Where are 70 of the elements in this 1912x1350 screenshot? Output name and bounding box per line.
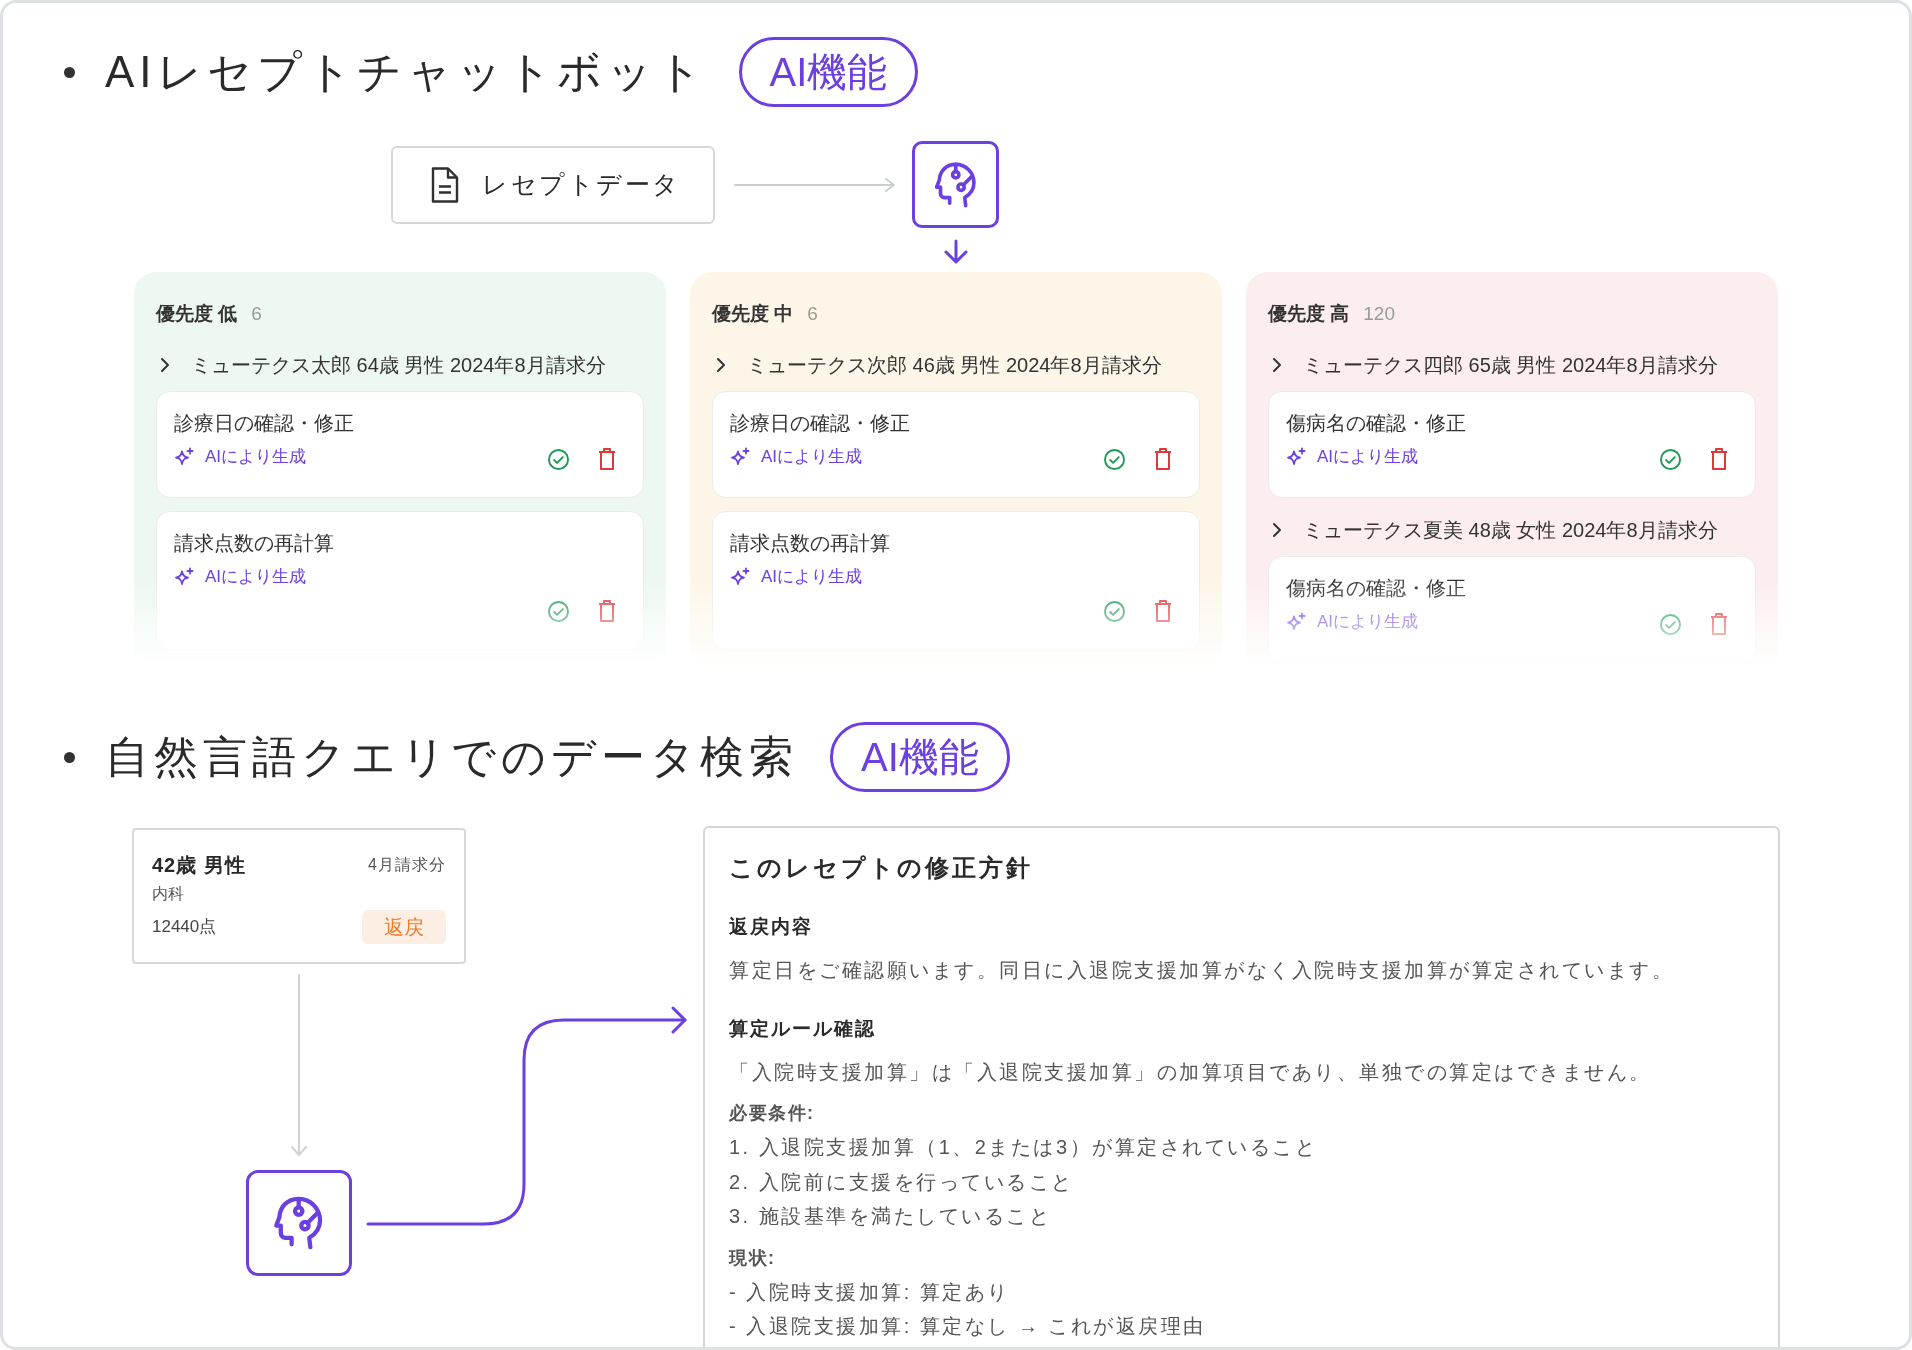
sparkle-icon <box>1286 612 1306 632</box>
sparkle-icon <box>174 447 194 467</box>
sparkle-icon <box>730 567 750 587</box>
list-item: 2. 入院前に支援を行っていること <box>729 1169 1075 1195</box>
column-title: 優先度 低 <box>156 302 238 326</box>
task-title: 診療日の確認・修正 <box>730 411 910 436</box>
check-circle-icon[interactable] <box>548 600 569 622</box>
section-title: 自然言語クエリでのデータ検索 <box>105 731 798 783</box>
bullet-icon <box>64 66 75 78</box>
sparkle-icon <box>1286 447 1306 467</box>
check-circle-icon[interactable] <box>1104 448 1125 470</box>
task-title: 傷病名の確認・修正 <box>1286 411 1466 436</box>
field-label: 現状: <box>729 1246 777 1270</box>
billing-period: 4月請求分 <box>368 855 446 875</box>
chevron-icon[interactable] <box>1272 357 1282 373</box>
paragraph: 算定日をご確認願います。同日に入退院支援加算がなく入院時支援加算が算定されています。 <box>729 958 1675 983</box>
task-title: 請求点数の再計算 <box>174 531 334 556</box>
task-title: 請求点数の再計算 <box>730 531 890 556</box>
node-label: レセプトデータ <box>482 168 681 200</box>
section-heading: 返戻内容 <box>729 915 814 939</box>
list-item: - 入退院支援加算: 算定なし → これが返戻理由 <box>729 1314 1207 1339</box>
column-count: 6 <box>251 302 262 326</box>
column-count: 120 <box>1363 302 1395 326</box>
ai-generated-label: AIにより生成 <box>205 446 307 468</box>
patient-row[interactable]: ミューテクス太郎 64歳 男性 2024年8月請求分 <box>156 352 644 378</box>
patient-row[interactable]: ミューテクス次郎 46歳 男性 2024年8月請求分 <box>712 352 1200 378</box>
task-title: 傷病名の確認・修正 <box>1286 576 1466 601</box>
chevron-icon[interactable] <box>160 357 170 373</box>
patient-title: 42歳 男性 <box>152 853 246 878</box>
document-icon <box>430 166 460 203</box>
patient-row[interactable]: ミューテクス夏美 48歳 女性 2024年8月請求分 <box>1268 517 1756 543</box>
section-title: AIレセプトチャットボット <box>105 46 707 98</box>
column-title: 優先度 高 <box>1268 302 1350 326</box>
ai-generated-label: AIにより生成 <box>1317 446 1419 468</box>
feature-badge: AI機能 <box>738 37 919 107</box>
check-circle-icon[interactable] <box>1104 600 1125 622</box>
sparkle-icon <box>730 447 750 467</box>
department-label: 内科 <box>152 884 185 904</box>
trash-icon[interactable] <box>1154 600 1172 622</box>
trash-icon[interactable] <box>1710 448 1728 470</box>
head-circuit-icon <box>932 161 979 208</box>
check-circle-icon[interactable] <box>548 448 569 470</box>
ai-generated-label: AIにより生成 <box>205 566 307 588</box>
points-label: 12440点 <box>152 916 217 939</box>
list-item: - 入院時支援加算: 算定あり <box>729 1279 1011 1305</box>
trash-icon[interactable] <box>1710 613 1728 635</box>
task-title: 診療日の確認・修正 <box>174 411 354 436</box>
chevron-icon[interactable] <box>716 357 726 373</box>
trash-icon[interactable] <box>1154 448 1172 470</box>
column-count: 6 <box>807 302 818 326</box>
chevron-icon[interactable] <box>1272 522 1282 538</box>
patient-row[interactable]: ミューテクス四郎 65歳 男性 2024年8月請求分 <box>1268 352 1756 378</box>
paragraph: 「入院時支援加算」は「入退院支援加算」の加算項目であり、単独での算定はできません。 <box>729 1060 1653 1085</box>
status-badge: 返戻 <box>362 910 446 944</box>
column-title: 優先度 中 <box>712 302 794 326</box>
check-circle-icon[interactable] <box>1660 448 1681 470</box>
field-label: 必要条件: <box>729 1102 816 1125</box>
feature-badge: AI機能 <box>830 722 1010 792</box>
check-circle-icon[interactable] <box>1660 613 1681 635</box>
list-item: 1. 入退院支援加算（1、2または3）が算定されていること <box>729 1135 1319 1160</box>
trash-icon[interactable] <box>598 600 616 622</box>
section-heading: 算定ルール確認 <box>729 1017 877 1041</box>
trash-icon[interactable] <box>598 448 616 470</box>
card-title: このレセプトの修正方針 <box>729 853 1034 883</box>
bullet-icon <box>64 751 75 763</box>
list-item: 3. 施設基準を満たしていること <box>729 1204 1053 1229</box>
sparkle-icon <box>174 567 194 587</box>
ai-generated-label: AIにより生成 <box>761 446 863 468</box>
ai-generated-label: AIにより生成 <box>1317 611 1419 633</box>
ai-generated-label: AIにより生成 <box>761 566 863 588</box>
